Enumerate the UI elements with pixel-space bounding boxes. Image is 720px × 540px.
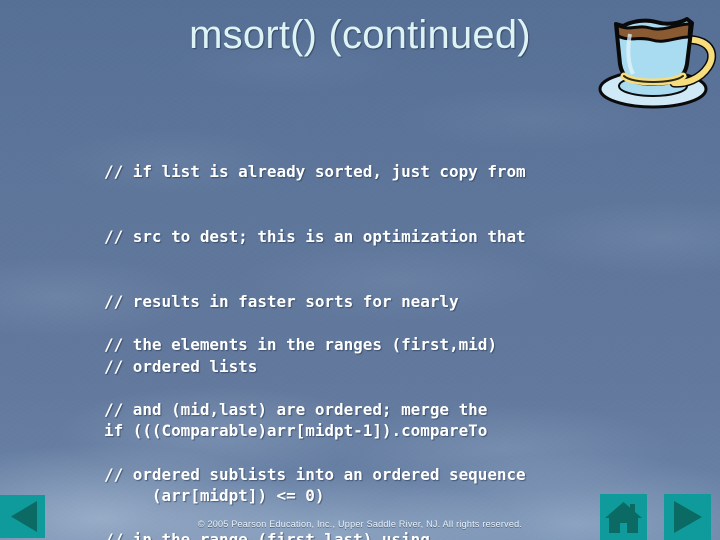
page-title: msort() (continued) bbox=[189, 13, 531, 57]
code-line: // and (mid,last) are ordered; merge the bbox=[104, 399, 488, 419]
previous-slide-button[interactable] bbox=[0, 495, 45, 538]
home-button[interactable] bbox=[600, 494, 647, 540]
code-line: // src to dest; this is an optimization … bbox=[104, 226, 526, 246]
code-line: // if list is already sorted, just copy … bbox=[104, 162, 526, 182]
code-line: // the elements in the ranges (first,mid… bbox=[104, 335, 497, 355]
triangle-right-icon bbox=[674, 501, 702, 533]
next-slide-button[interactable] bbox=[664, 494, 711, 540]
code-line: // in the range (first,last) using bbox=[104, 529, 430, 540]
triangle-left-icon bbox=[11, 501, 37, 532]
home-icon bbox=[605, 502, 642, 533]
slide: msort() (continued) // if list is alread… bbox=[0, 0, 720, 540]
code-line: // ordered sublists into an ordered sequ… bbox=[104, 464, 526, 484]
code-block-lower: // the elements in the ranges (first,mid… bbox=[104, 291, 526, 540]
